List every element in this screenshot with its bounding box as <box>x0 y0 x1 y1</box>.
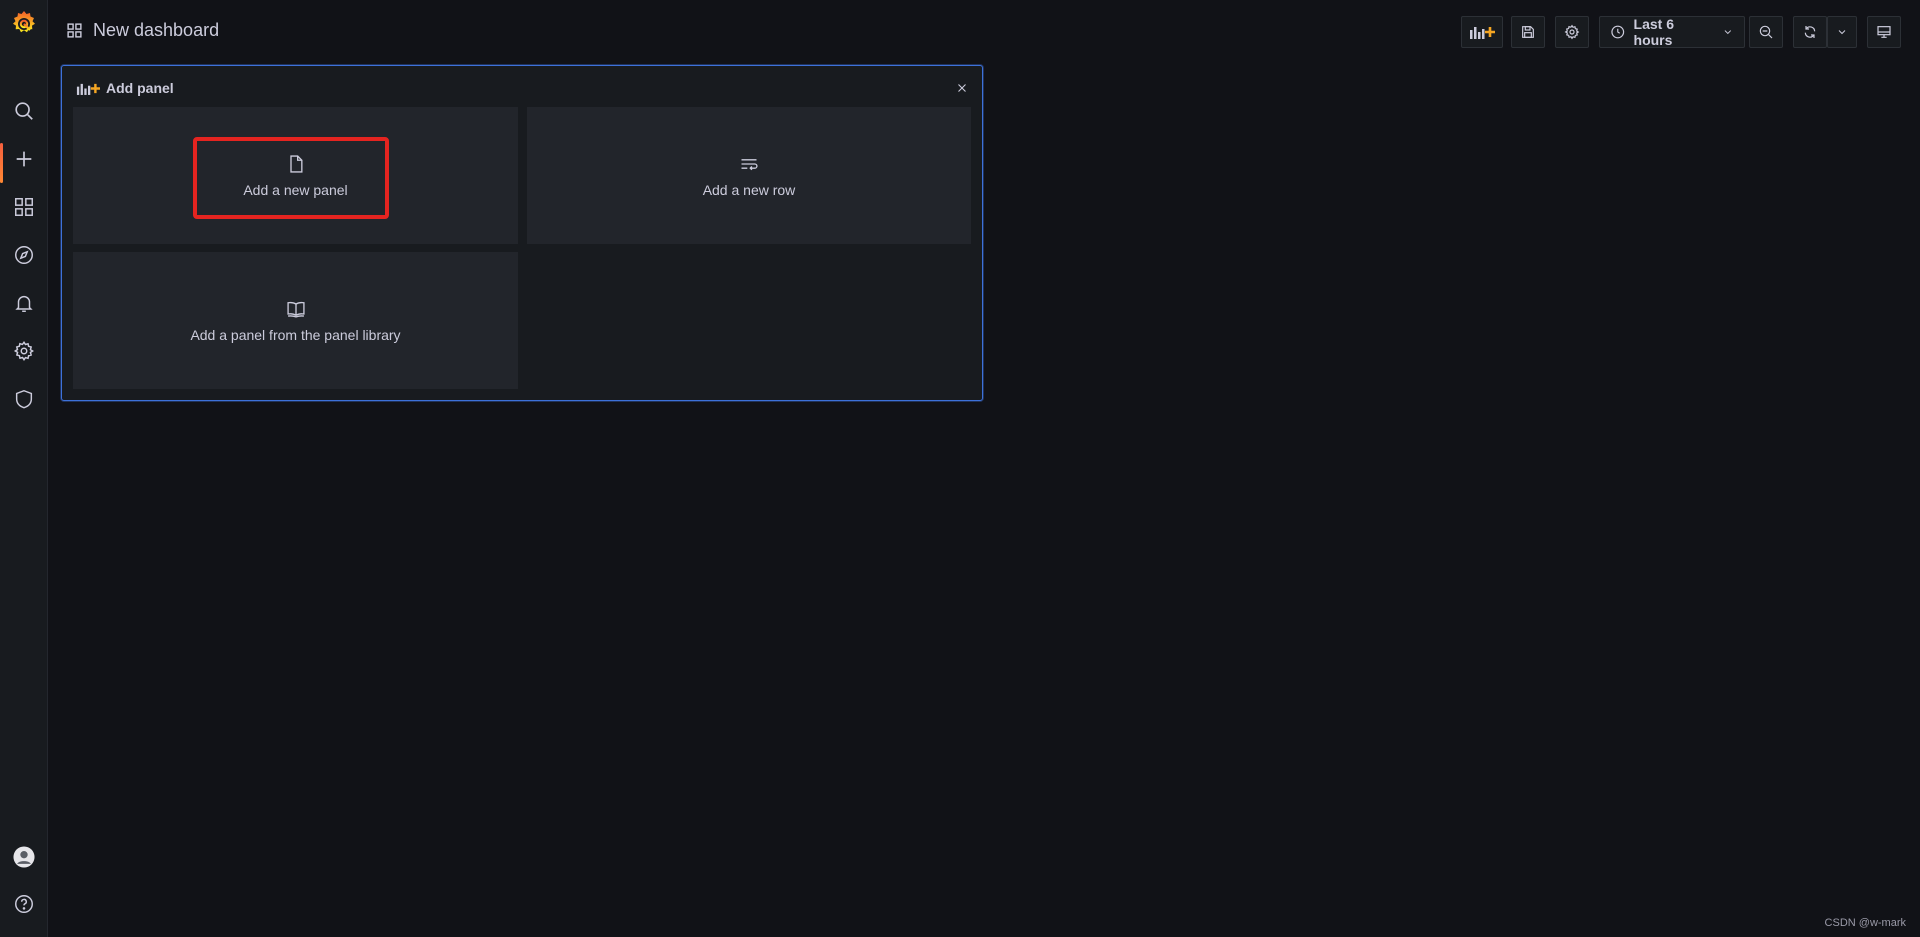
bell-icon <box>15 295 33 312</box>
gear-icon <box>13 341 34 362</box>
shield-icon <box>15 389 33 409</box>
save-icon <box>1522 26 1534 38</box>
apps-icon <box>67 23 82 38</box>
time-range-picker[interactable]: Last 6 hours <box>1599 16 1745 48</box>
sidebar-item-server-admin[interactable] <box>0 379 48 419</box>
gear-icon <box>1564 24 1580 40</box>
annotation-highlight-box <box>193 137 389 219</box>
add-from-library-label: Add a panel from the panel library <box>190 326 401 343</box>
add-panel-title: Add panel <box>106 80 174 96</box>
avatar <box>13 846 35 868</box>
sidebar-item-dashboards[interactable] <box>0 187 48 227</box>
apps-icon <box>15 198 33 216</box>
monitor-icon <box>1877 26 1891 38</box>
zoom-out-icon <box>1759 25 1773 39</box>
sync-icon <box>1804 26 1816 38</box>
zoom-out-button[interactable] <box>1749 16 1783 48</box>
sidebar-item-configuration[interactable] <box>0 331 48 371</box>
add-panel-widget: Add panel Add a new panel Add a new row … <box>61 65 983 401</box>
question-icon <box>15 895 33 913</box>
clock-icon <box>1611 25 1625 39</box>
panel-add-icon <box>1470 27 1495 39</box>
tv-mode-button[interactable] <box>1867 16 1901 48</box>
panel-add-icon <box>76 83 100 95</box>
page-title[interactable]: New dashboard <box>93 20 219 41</box>
refresh-interval-dropdown[interactable] <box>1827 16 1857 48</box>
watermark: CSDN @w-mark <box>1824 917 1906 929</box>
sidebar-item-create[interactable] <box>0 139 48 183</box>
wrap-text-icon <box>741 158 758 170</box>
close-button[interactable] <box>952 78 972 98</box>
sidebar-item-explore[interactable] <box>0 235 48 275</box>
add-new-row-label: Add a new row <box>702 181 796 198</box>
sidebar-item-alerting[interactable] <box>0 283 48 323</box>
time-range-label: Last 6 hours <box>1633 16 1674 48</box>
search-icon <box>15 102 33 120</box>
add-from-library-option[interactable]: Add a panel from the panel library <box>73 252 518 389</box>
sidebar-item-search[interactable] <box>0 91 48 131</box>
chevron-down-icon <box>1724 30 1732 35</box>
compass-icon <box>15 246 33 264</box>
close-icon <box>958 84 966 92</box>
top-navbar: New dashboard Last 6 hours <box>48 0 1920 64</box>
save-dashboard-button[interactable] <box>1511 16 1545 48</box>
add-panel-button[interactable] <box>1461 16 1503 48</box>
dashboard-title-area[interactable]: New dashboard <box>66 20 219 41</box>
sidebar <box>0 0 48 937</box>
sidebar-item-help[interactable] <box>0 884 48 924</box>
chevron-down-icon <box>1838 30 1846 35</box>
sidebar-item-profile[interactable] <box>0 837 48 877</box>
grafana-logo-icon[interactable] <box>9 8 39 40</box>
plus-icon <box>16 151 32 167</box>
add-panel-header: Add panel <box>76 80 174 96</box>
dashboard-settings-button[interactable] <box>1555 16 1589 48</box>
book-open-icon <box>286 301 305 318</box>
refresh-button[interactable] <box>1793 16 1827 48</box>
add-new-row-option[interactable]: Add a new row <box>527 107 971 244</box>
